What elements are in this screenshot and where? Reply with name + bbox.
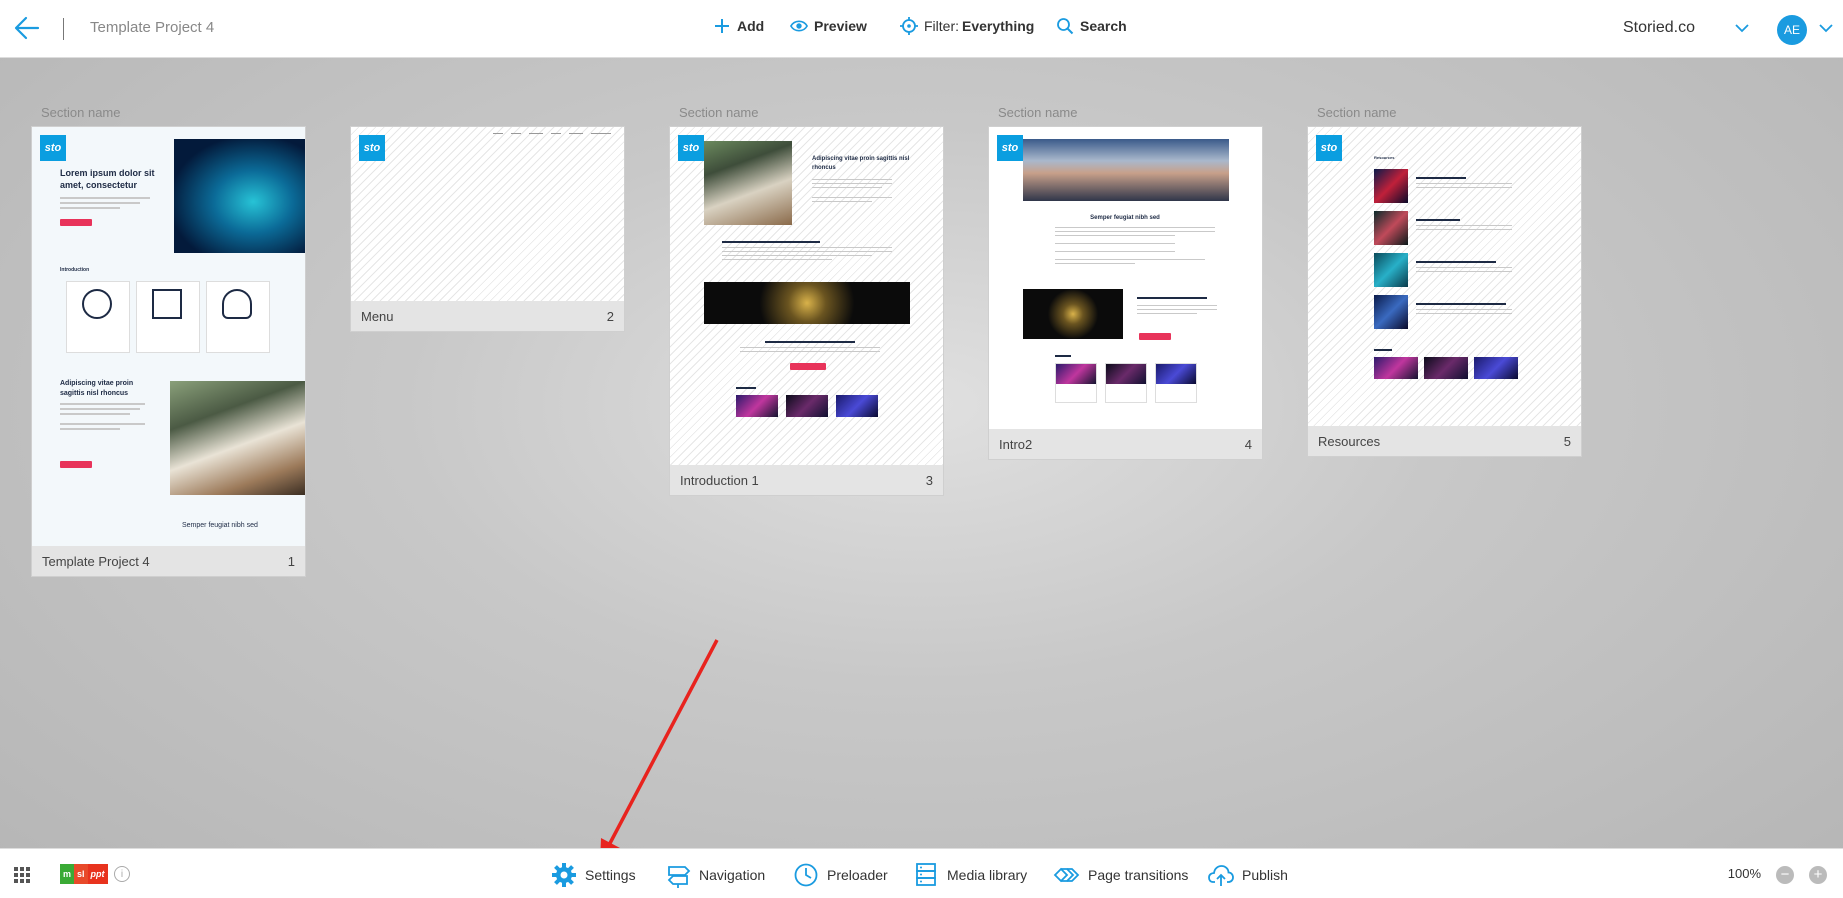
card-footer: Resources 5 — [1308, 426, 1581, 456]
thumbnail-heading: Semper feugiat nibh sed — [1090, 215, 1160, 221]
page-card[interactable]: sto Resources Resources 5 — [1307, 126, 1582, 457]
top-bar: Template Project 4 Add Preview Filter: Ev… — [0, 0, 1843, 58]
card-number: 3 — [925, 472, 933, 488]
chevron-down-icon[interactable] — [1817, 19, 1835, 37]
zoom-out-button[interactable]: − — [1776, 866, 1794, 884]
page-thumbnail: sto Lorem ipsum dolor sit amet, consecte… — [32, 127, 305, 546]
preview-button[interactable]: Preview — [790, 17, 867, 35]
thumbnail-subheading: Adipiscing vitae proin sagittis nisl rho… — [60, 380, 134, 397]
sto-badge: sto — [40, 135, 66, 161]
section-label: Section name — [679, 105, 759, 120]
page-card[interactable]: sto Menu 2 — [350, 126, 625, 332]
card-footer: Intro2 4 — [989, 429, 1262, 459]
chevron-down-icon[interactable] — [1733, 19, 1751, 37]
page-transitions-button[interactable]: Page transitions — [1052, 862, 1188, 888]
page-thumbnail: sto — [351, 127, 624, 301]
thumbnail-footer-text: Semper feugiat nibh sed — [182, 522, 258, 529]
eye-icon — [790, 20, 808, 32]
title-divider — [63, 18, 64, 40]
card-footer: Template Project 4 1 — [32, 546, 305, 576]
thumbnail-intro: Introduction — [60, 267, 90, 273]
media-library-button[interactable]: Media library — [913, 862, 1027, 888]
cloud-upload-icon — [1208, 865, 1234, 886]
page-thumbnail: sto Adipiscing vitae proin sagittis nisl… — [670, 127, 943, 465]
wave-image — [174, 139, 305, 253]
desk-image — [704, 141, 792, 225]
card-title: Intro2 — [999, 436, 1033, 452]
card-footer: Menu 2 — [351, 301, 624, 331]
preloader-button[interactable]: Preloader — [793, 862, 888, 888]
filter-button[interactable]: Filter: Everything — [900, 17, 1034, 35]
organization-name[interactable]: Storied.co — [1623, 19, 1695, 37]
thumbnail-heading: Adipiscing vitae proin sagittis nisl rho… — [812, 156, 910, 171]
crosshair-icon — [900, 17, 918, 35]
search-button[interactable]: Search — [1056, 17, 1127, 35]
light-burst-image — [704, 282, 910, 324]
card-number: 5 — [1563, 433, 1571, 449]
settings-button[interactable]: Settings — [551, 862, 636, 888]
sto-badge: sto — [997, 135, 1023, 161]
card-number: 1 — [287, 553, 295, 569]
zoom-level: 100% — [1727, 866, 1761, 881]
thumbnail-heading: Resources — [1374, 155, 1395, 160]
navigation-button[interactable]: Navigation — [665, 862, 765, 888]
page-thumbnail: sto Resources — [1308, 127, 1581, 426]
card-title: Resources — [1318, 433, 1381, 449]
add-button[interactable]: Add — [713, 17, 764, 35]
signpost-icon — [667, 866, 691, 888]
page-card[interactable]: sto Adipiscing vitae proin sagittis nisl… — [669, 126, 944, 496]
section-label: Section name — [1317, 105, 1397, 120]
bottom-toolbar: m sl ppt i Settings Navigation Preloader — [0, 848, 1843, 898]
back-arrow-icon[interactable] — [14, 14, 40, 42]
app-badge[interactable]: m sl ppt — [60, 864, 108, 884]
project-title: Template Project 4 — [90, 19, 215, 36]
card-title: Template Project 4 — [42, 553, 150, 569]
card-title: Introduction 1 — [680, 472, 759, 488]
light-burst-image — [1023, 289, 1123, 339]
card-number: 2 — [606, 308, 614, 324]
sto-badge: sto — [1316, 135, 1342, 161]
page-card[interactable]: sto Lorem ipsum dolor sit amet, consecte… — [31, 126, 306, 577]
plus-icon — [715, 19, 729, 33]
zoom-in-button[interactable]: + — [1809, 866, 1827, 884]
sto-badge: sto — [678, 135, 704, 161]
page-thumbnail: sto Semper feugiat nibh sed — [989, 127, 1262, 429]
transition-arrows-icon — [1053, 867, 1080, 883]
city-view-image — [1023, 139, 1229, 201]
card-footer: Introduction 1 3 — [670, 465, 943, 495]
sto-badge: sto — [359, 135, 385, 161]
publish-button[interactable]: Publish — [1208, 862, 1288, 888]
clock-icon — [794, 863, 818, 887]
server-icon — [916, 863, 936, 886]
page-card[interactable]: sto Semper feugiat nibh sed Intro2 4 — [988, 126, 1263, 460]
gear-icon — [552, 863, 576, 887]
search-icon — [1057, 18, 1074, 35]
section-label: Section name — [998, 105, 1078, 120]
card-number: 4 — [1244, 436, 1252, 452]
grid-icon[interactable] — [14, 867, 30, 883]
thumbnail-heading: Lorem ipsum dolor sit amet, consectetur — [60, 168, 155, 190]
info-icon[interactable]: i — [114, 866, 130, 882]
desk-image — [170, 381, 305, 495]
section-label: Section name — [41, 105, 121, 120]
card-title: Menu — [361, 308, 394, 324]
avatar[interactable]: AE — [1777, 15, 1807, 45]
